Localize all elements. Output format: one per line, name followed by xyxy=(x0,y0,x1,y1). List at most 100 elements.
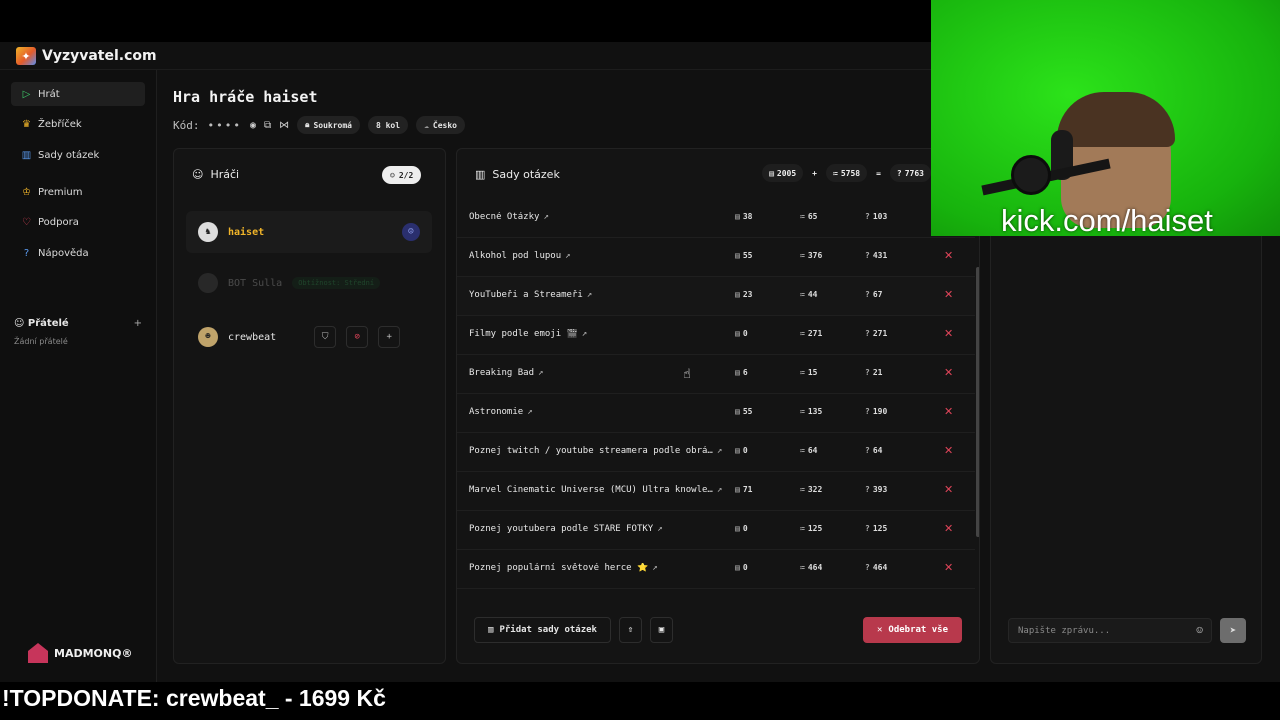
code-value: •••• xyxy=(207,118,242,132)
sidebar-item-label: Podpora xyxy=(38,216,79,228)
total-text-questions: ▤ 2005 xyxy=(762,164,804,182)
choice-count: ≔ 322 xyxy=(800,485,823,494)
external-link-icon[interactable]: ↗ xyxy=(582,329,587,339)
brand-name: Vyzyvatel.com xyxy=(42,48,157,64)
remove-set-icon[interactable]: ✕ xyxy=(944,327,953,340)
external-link-icon[interactable]: ↗ xyxy=(527,407,532,417)
list-item[interactable]: Poznej youtubera podle STARÉ FOTKY ↗ ▤ 0 ≔ 12… xyxy=(457,511,975,550)
total-count: ? 64 xyxy=(865,446,883,455)
external-link-icon[interactable]: ↗ xyxy=(587,290,592,300)
choice-count: ≔ 64 xyxy=(800,446,818,455)
player-row[interactable]: ♞ haiset ☺ xyxy=(186,211,432,253)
player-name: BOT Sulla xyxy=(228,277,283,289)
add-question-sets-button[interactable]: ▥ Přidat sady otázek xyxy=(474,617,611,643)
total-count: ? 393 xyxy=(865,485,888,494)
avatar: ♞ xyxy=(198,222,218,242)
remove-set-icon[interactable]: ✕ xyxy=(944,288,953,301)
cloud-icon: ☁ xyxy=(424,120,429,130)
list-item[interactable]: Poznej populární světové herce ⭐ ↗ ▤ 0 ≔ 464?… xyxy=(457,550,975,589)
choice-count: ≔ 44 xyxy=(800,290,818,299)
chat-placeholder: Napište zprávu... xyxy=(1018,625,1111,636)
list-item[interactable]: Obecné Otázky ↗ ▤ 38 ≔ 65 ? 103 xyxy=(457,201,975,238)
remove-set-icon[interactable]: ✕ xyxy=(944,366,953,379)
list-item[interactable]: Alkohol pod lupou ↗ ▤ 55 ≔ 376 ? 431 ✕ xyxy=(457,238,975,277)
list-item[interactable]: Marvel Cinematic Universe (MCU) Ultra kn… xyxy=(457,472,975,511)
upload-button[interactable]: ⇧ xyxy=(619,617,642,643)
book-icon: ▥ xyxy=(488,625,494,635)
set-name: Breaking Bad xyxy=(469,368,535,378)
external-link-icon[interactable]: ↗ xyxy=(652,563,657,573)
region-chip[interactable]: ☁ Česko xyxy=(416,116,465,134)
player-row[interactable]: BOT Sulla Obtížnost: Střední xyxy=(186,262,432,304)
sponsor-logo[interactable]: MADMONQ® xyxy=(28,643,132,663)
remove-set-icon[interactable]: ✕ xyxy=(944,444,953,457)
list-item[interactable]: Poznej twitch / youtube streamera podle … xyxy=(457,433,975,472)
sidebar-item-premium[interactable]: ♔ Premium xyxy=(11,180,145,204)
text-count: ▤ 55 xyxy=(735,251,753,260)
lock-icon: 🔒︎ xyxy=(305,120,310,129)
remove-set-icon[interactable]: ✕ xyxy=(944,405,953,418)
crown-icon: ♔ xyxy=(22,186,31,198)
send-button[interactable]: ➤ xyxy=(1220,618,1246,643)
add-friend-button[interactable]: + xyxy=(134,318,142,329)
friends-header: ☺ Přátelé + xyxy=(14,318,142,329)
total-choice-questions: ≔ 5758 xyxy=(825,164,868,182)
top-donate-ticker: !TOPDONATE: crewbeat_ - 1699 Kč xyxy=(0,682,1280,720)
share-icon[interactable]: ⋈ xyxy=(279,120,289,131)
sidebar-item-leaderboard[interactable]: ♛ Žebříček xyxy=(11,112,145,136)
choice-count: ≔ 135 xyxy=(800,407,823,416)
remove-set-icon[interactable]: ✕ xyxy=(944,483,953,496)
save-button[interactable]: ▣ xyxy=(650,617,673,643)
list-item[interactable]: Filmy podle emoji 🎬 ↗ ▤ 0 ≔ 271 ? 271 ✕ xyxy=(457,316,975,355)
sidebar-item-play[interactable]: ▷ Hrát xyxy=(11,82,145,106)
remove-all-button[interactable]: ✕ Odebrat vše xyxy=(863,617,962,643)
avatar: ☻ xyxy=(198,327,218,347)
total-count: ? 271 xyxy=(865,329,888,338)
external-link-icon[interactable]: ↗ xyxy=(717,446,722,456)
text-count: ▤ 23 xyxy=(735,290,753,299)
external-link-icon[interactable]: ↗ xyxy=(717,485,722,495)
list-item[interactable]: Astronomie ↗ ▤ 55 ≔ 135 ? 190 ✕ xyxy=(457,394,975,433)
player-row[interactable]: ☻ crewbeat ⛉ ⊘ + xyxy=(186,316,432,358)
choice-count: ≔ 125 xyxy=(800,524,823,533)
copy-icon[interactable]: ⧉ xyxy=(264,120,271,131)
choice-count: ≔ 464 xyxy=(800,563,823,572)
text-count: ▤ 0 xyxy=(735,446,748,455)
kick-player-icon[interactable]: ⊘ xyxy=(346,326,369,348)
close-icon: ✕ xyxy=(876,625,883,635)
friends-empty-text: Žádní přátelé xyxy=(14,337,68,346)
play-icon: ▷ xyxy=(22,88,31,100)
add-friend-icon[interactable]: + xyxy=(378,326,401,348)
shield-icon[interactable]: ⛉ xyxy=(314,326,337,348)
remove-set-icon[interactable]: ✕ xyxy=(944,522,953,535)
eye-icon[interactable]: ◉ xyxy=(250,120,256,131)
external-link-icon[interactable]: ↗ xyxy=(565,251,570,261)
sidebar-item-support[interactable]: ♡ Podpora xyxy=(11,210,145,234)
remove-set-icon[interactable]: ✕ xyxy=(944,249,953,262)
trophy-icon: ♛ xyxy=(22,118,31,130)
list-icon: ≔ xyxy=(832,168,838,178)
emoji-icon[interactable]: ☺ xyxy=(1196,624,1203,637)
rounds-chip[interactable]: 8 kol xyxy=(367,116,409,134)
set-name: Poznej twitch / youtube streamera podle … xyxy=(469,446,713,456)
brand-logo[interactable]: ✦ Vyzyvatel.com xyxy=(16,42,157,70)
choice-count: ≔ 65 xyxy=(800,212,818,221)
chat-input[interactable]: Napište zprávu... ☺ xyxy=(1008,618,1212,643)
sidebar-item-question-sets[interactable]: ▥ Sady otázek xyxy=(11,143,145,167)
kick-channel-text: kick.com/haiset xyxy=(1001,203,1213,236)
host-badge-icon: ☺ xyxy=(402,223,420,241)
list-item[interactable]: YouTubeři a Streameři ↗ ▤ 23 ≔ 44 ? 67 ✕ xyxy=(457,277,975,316)
users-icon: ☺ xyxy=(192,168,204,181)
external-link-icon[interactable]: ↗ xyxy=(543,212,548,222)
users-icon: ☺ xyxy=(14,318,28,329)
set-name: Marvel Cinematic Universe (MCU) Ultra kn… xyxy=(469,485,713,495)
sidebar-item-help[interactable]: ? Nápověda xyxy=(11,241,145,265)
remove-set-icon[interactable]: ✕ xyxy=(944,561,953,574)
scrollbar[interactable] xyxy=(976,267,979,537)
list-item[interactable]: Breaking Bad ↗ ▤ 6 ≔ 15 ? 21 ✕ xyxy=(457,355,975,394)
external-link-icon[interactable]: ↗ xyxy=(657,524,662,534)
external-link-icon[interactable]: ↗ xyxy=(538,368,543,378)
privacy-chip[interactable]: 🔒︎ Soukromá xyxy=(297,116,360,134)
send-icon: ➤ xyxy=(1229,624,1237,637)
bot-difficulty-badge[interactable]: Obtížnost: Střední xyxy=(292,277,381,289)
